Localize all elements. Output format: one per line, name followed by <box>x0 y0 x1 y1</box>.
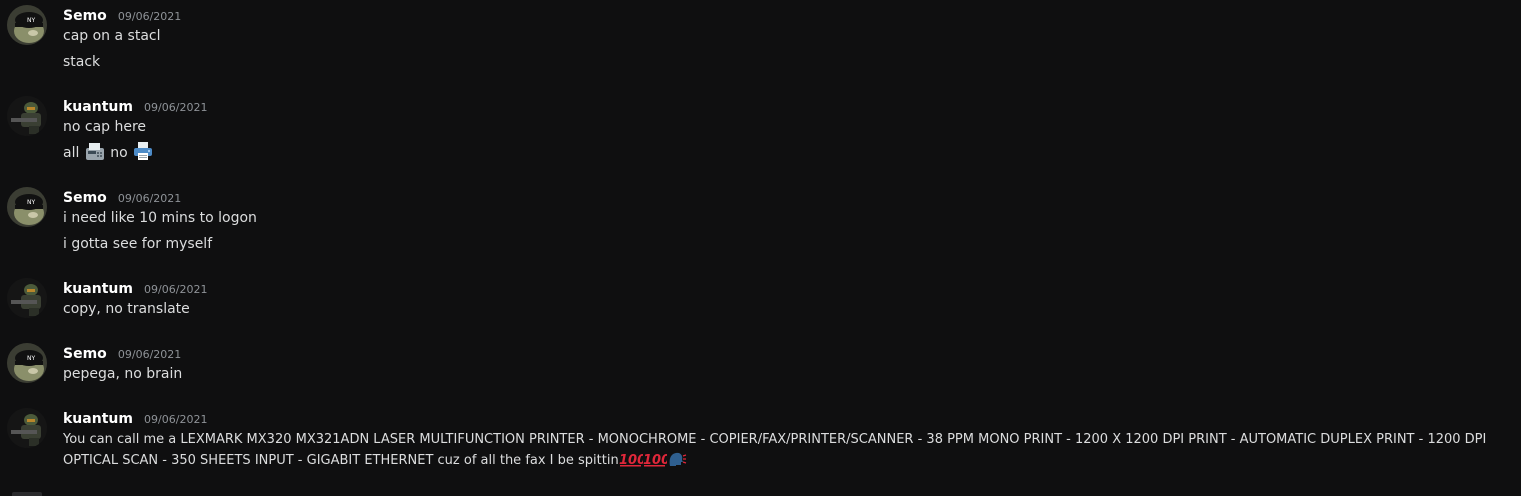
speaking-head-icon[interactable] <box>667 450 687 475</box>
timestamp: 09/06/2021 <box>117 192 182 205</box>
username[interactable]: kuantum <box>63 281 133 297</box>
message-text: i need like 10 mins to logon <box>63 210 257 226</box>
timestamp: 09/06/2021 <box>144 283 208 296</box>
timestamp: 09/06/2021 <box>144 413 208 426</box>
message-header: Semo 09/06/2021 <box>63 344 181 362</box>
timestamp: 09/06/2021 <box>117 348 182 361</box>
svg-text:NY: NY <box>27 199 35 206</box>
message-header: Semo 09/06/2021 <box>63 6 181 24</box>
message-word: no <box>110 145 128 161</box>
avatar[interactable] <box>7 278 47 318</box>
message-text-emoji-line: all no <box>63 140 154 166</box>
semo-avatar-icon: NY <box>7 5 47 45</box>
kuantum-avatar-icon <box>7 96 47 136</box>
message-header: kuantum 09/06/2021 <box>63 409 207 427</box>
avatar[interactable]: NY <box>7 343 47 383</box>
kuantum-avatar-icon <box>7 408 47 448</box>
timestamp: 09/06/2021 <box>117 10 182 23</box>
message-header: kuantum 09/06/2021 <box>63 97 207 115</box>
next-message-avatar-hint <box>12 492 42 496</box>
hundred-points-icon[interactable]: 100 <box>619 450 646 475</box>
avatar[interactable]: NY <box>7 5 47 45</box>
message-header: kuantum 09/06/2021 <box>63 279 207 297</box>
message-text: copy, no translate <box>63 301 190 317</box>
semo-avatar-icon: NY <box>7 343 47 383</box>
fax-machine-icon[interactable] <box>84 140 106 162</box>
avatar[interactable] <box>7 408 47 448</box>
username[interactable]: Semo <box>63 8 107 24</box>
message-text: pepega, no brain <box>63 366 183 382</box>
message-text: i gotta see for myself <box>63 236 213 252</box>
message-text: no cap here <box>63 119 147 135</box>
message-text: You can call me a LEXMARK MX320 MX321ADN… <box>63 432 1487 468</box>
message-text: stack <box>63 54 101 70</box>
printer-icon[interactable] <box>132 140 154 162</box>
chat-message-list: NY Semo 09/06/2021 cap on a stacl stack … <box>0 0 1521 496</box>
message-header: Semo 09/06/2021 <box>63 188 181 206</box>
message-text: cap on a stacl <box>63 28 161 44</box>
message-word: all <box>63 145 80 161</box>
username[interactable]: kuantum <box>63 99 133 115</box>
timestamp: 09/06/2021 <box>144 101 208 114</box>
avatar[interactable] <box>7 96 47 136</box>
message-text-long: You can call me a LEXMARK MX320 MX321ADN… <box>63 429 1518 475</box>
username[interactable]: Semo <box>63 346 107 362</box>
username[interactable]: Semo <box>63 190 107 206</box>
svg-text:NY: NY <box>27 355 35 362</box>
username[interactable]: kuantum <box>63 411 133 427</box>
svg-text:NY: NY <box>27 17 35 24</box>
avatar[interactable]: NY <box>7 187 47 227</box>
kuantum-avatar-icon <box>7 278 47 318</box>
hundred-points-icon[interactable]: 100 <box>643 450 670 475</box>
semo-avatar-icon: NY <box>7 187 47 227</box>
